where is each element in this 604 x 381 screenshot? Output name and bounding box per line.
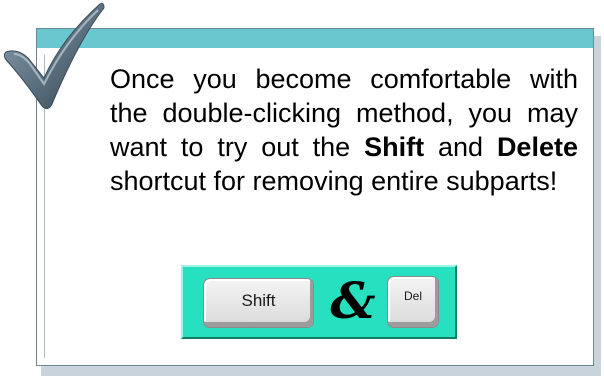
shift-key-icon: Shift <box>203 278 314 328</box>
delete-keyword: Delete <box>496 132 578 162</box>
tip-text: Once you become comfortable with the dou… <box>110 62 578 198</box>
tip-text-and: and <box>424 132 497 162</box>
shift-keyword: Shift <box>364 132 425 162</box>
keyboard-shortcut-panel: Shift & Del <box>181 265 457 339</box>
del-key-icon: Del <box>387 276 439 328</box>
checkmark-icon <box>3 3 105 110</box>
ampersand-symbol: & <box>330 271 376 330</box>
card-header-bar <box>37 29 593 48</box>
tip-text-part-2: shortcut for removing entire subparts! <box>110 166 558 196</box>
